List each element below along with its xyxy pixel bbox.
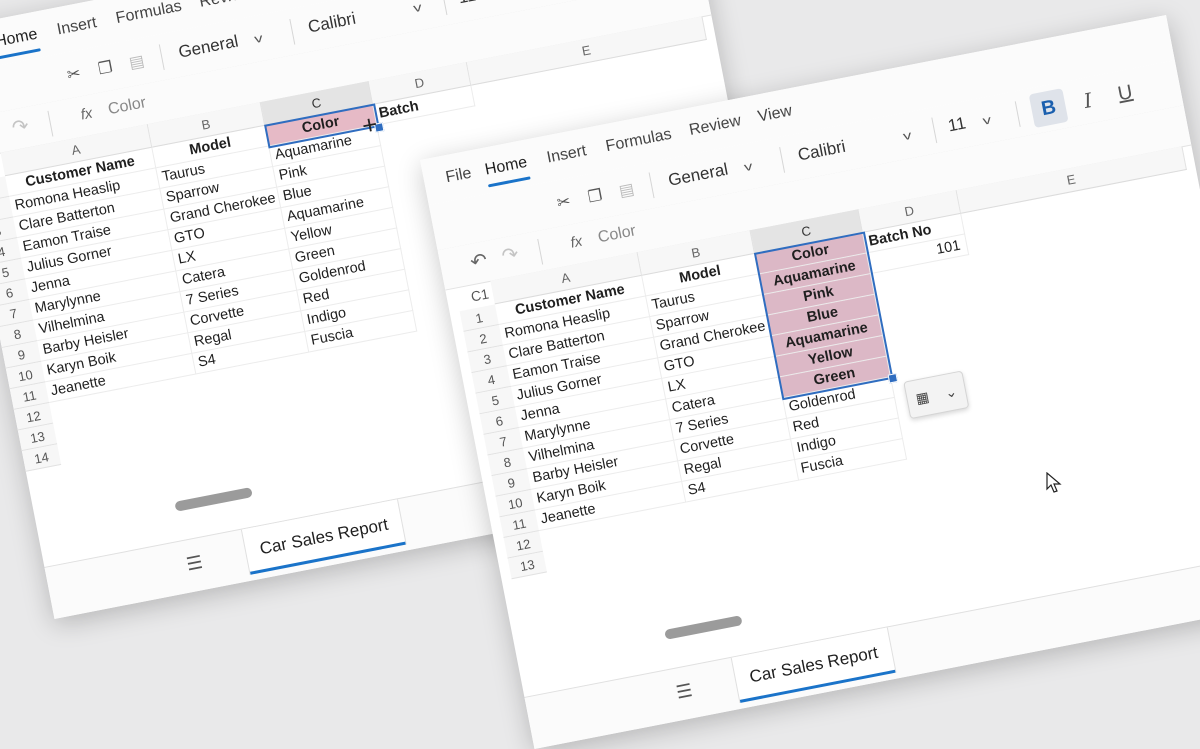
all-sheets-icon[interactable]: ☰: [185, 552, 205, 576]
toolbar-divider: [47, 110, 54, 137]
toolbar-divider: [537, 238, 544, 265]
font-name-dropdown[interactable]: Calibriv: [306, 0, 423, 37]
menu-formulas[interactable]: Formulas: [114, 0, 183, 28]
horizontal-scrollbar[interactable]: [174, 487, 253, 512]
toolbar-divider: [441, 0, 448, 16]
paste-options-button[interactable]: ▦ ⌄: [903, 370, 970, 420]
formula-input[interactable]: Color: [107, 94, 148, 119]
fx-icon: fx: [569, 232, 584, 252]
italic-button[interactable]: I: [1068, 81, 1108, 121]
menu-formulas[interactable]: Formulas: [604, 126, 673, 156]
underline-button[interactable]: U: [1105, 73, 1145, 113]
menu-insert[interactable]: Insert: [56, 14, 99, 39]
toolbar-divider: [158, 44, 165, 71]
undo-icon[interactable]: ↶: [468, 247, 490, 275]
number-format-dropdown[interactable]: General v: [667, 155, 755, 191]
menu-home[interactable]: Home: [484, 154, 529, 180]
cut-icon[interactable]: ✂: [548, 187, 578, 217]
menu-review[interactable]: Review: [198, 0, 253, 12]
mouse-pointer-icon: [1046, 472, 1062, 493]
toolbar-divider: [1014, 101, 1021, 127]
toolbar-divider: [779, 147, 786, 173]
horizontal-scrollbar[interactable]: [664, 615, 743, 640]
number-format-dropdown[interactable]: General v: [177, 27, 265, 63]
font-name-dropdown[interactable]: Calibriv: [796, 124, 913, 165]
fill-handle[interactable]: [887, 373, 899, 384]
sheet-tab-car-sales-report[interactable]: Car Sales Report: [240, 499, 408, 575]
menu-file[interactable]: File: [444, 165, 473, 188]
toolbar-divider: [289, 18, 296, 45]
toolbar-divider: [931, 117, 938, 144]
sheet-tab-car-sales-report[interactable]: Car Sales Report: [730, 627, 897, 704]
name-box[interactable]: C1: [469, 282, 491, 309]
cut-icon[interactable]: ✂: [59, 59, 89, 89]
fx-icon: fx: [79, 104, 94, 124]
font-size-dropdown[interactable]: 11v: [946, 109, 992, 137]
copy-icon[interactable]: ❐: [90, 53, 120, 83]
copy-icon[interactable]: ❐: [580, 181, 610, 211]
paste-icon[interactable]: ▤: [121, 47, 151, 77]
redo-icon[interactable]: ↷: [10, 113, 31, 141]
toolbar-divider: [648, 172, 655, 199]
menu-home[interactable]: Home: [0, 26, 39, 52]
bold-button[interactable]: B: [1028, 88, 1069, 129]
menu-insert[interactable]: Insert: [545, 142, 588, 167]
menu-review[interactable]: Review: [688, 112, 743, 140]
font-size-dropdown[interactable]: 11v: [457, 0, 502, 8]
paste-icon[interactable]: ▤: [611, 175, 641, 205]
menu-view[interactable]: View: [756, 102, 793, 126]
chevron-down-icon: ⌄: [943, 382, 959, 401]
formula-input[interactable]: Color: [597, 222, 638, 247]
paste-format-icon: ▦: [914, 387, 931, 407]
all-sheets-icon[interactable]: ☰: [674, 680, 694, 704]
sheet-bar: ☰ Car Sales Report: [524, 551, 1200, 749]
redo-icon[interactable]: ↷: [500, 241, 521, 269]
